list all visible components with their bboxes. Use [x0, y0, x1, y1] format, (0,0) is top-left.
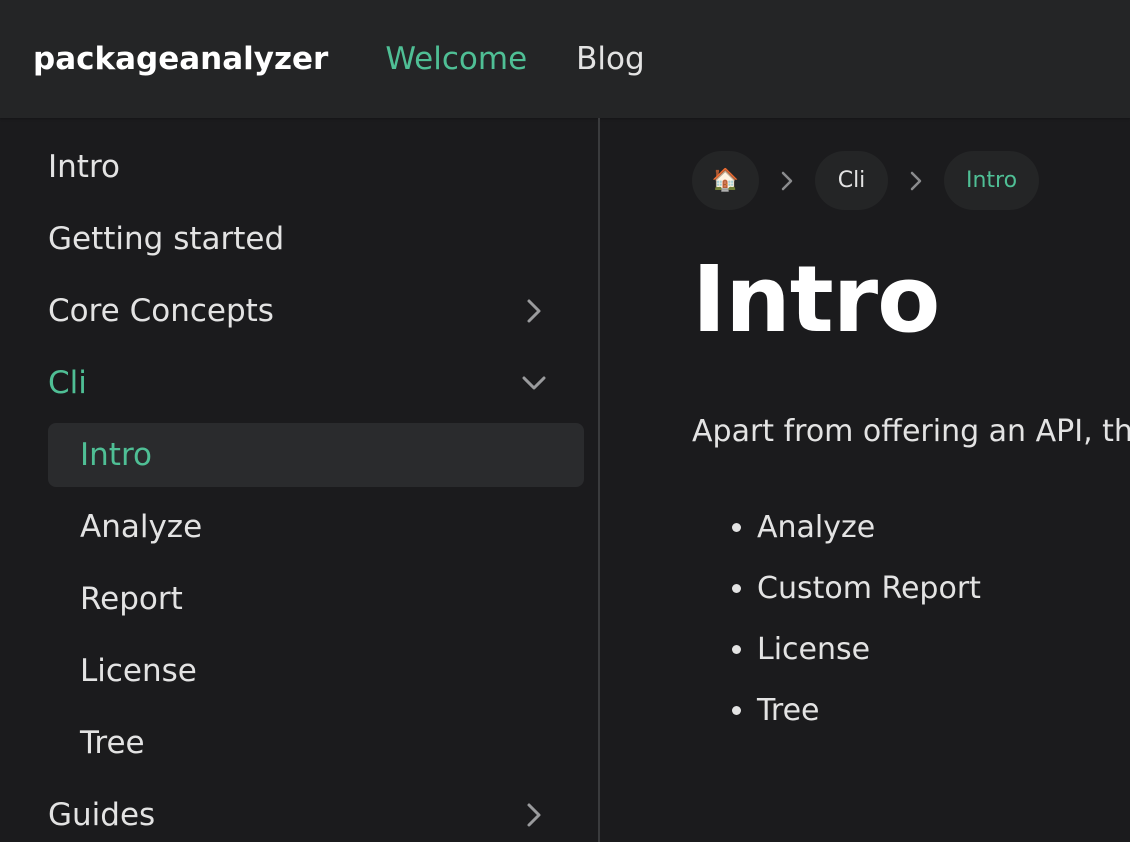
sidebar: Intro Getting started Core Concepts Cli …: [0, 118, 600, 842]
sidebar-subitem-intro[interactable]: Intro: [48, 423, 584, 487]
sidebar-subitem-analyze[interactable]: Analyze: [48, 495, 584, 559]
sidebar-item-cli[interactable]: Cli: [48, 351, 584, 415]
chevron-right-icon[interactable]: [520, 297, 548, 325]
list-item: Tree: [757, 681, 981, 742]
page-title: Intro: [692, 246, 940, 353]
breadcrumb-cli[interactable]: Cli: [815, 151, 888, 210]
intro-paragraph: Apart from offering an API, the: [692, 414, 1130, 449]
chevron-right-icon: [759, 151, 815, 210]
sidebar-item-getting-started[interactable]: Getting started: [48, 207, 584, 271]
sidebar-item-label: Intro: [80, 437, 152, 473]
sidebar-item-label: License: [80, 653, 197, 689]
sidebar-item-label: Cli: [48, 365, 87, 401]
sidebar-item-label: Intro: [48, 149, 120, 185]
sidebar-item-label: Report: [80, 581, 183, 617]
home-icon: 🏠: [711, 168, 740, 193]
sidebar-item-label: Analyze: [80, 509, 203, 545]
sidebar-item-label: Getting started: [48, 221, 285, 257]
breadcrumb-intro: Intro: [944, 151, 1039, 210]
sidebar-subitem-license[interactable]: License: [48, 639, 584, 703]
brand-title[interactable]: packageanalyzer: [33, 41, 328, 77]
sidebar-item-guides[interactable]: Guides: [48, 783, 584, 842]
sidebar-subitem-report[interactable]: Report: [48, 567, 584, 631]
chevron-down-icon[interactable]: [520, 369, 548, 397]
sidebar-item-core-concepts[interactable]: Core Concepts: [48, 279, 584, 343]
breadcrumb-home[interactable]: 🏠: [692, 151, 759, 210]
chevron-right-icon[interactable]: [520, 801, 548, 829]
list-item: License: [757, 620, 981, 681]
top-navbar: packageanalyzer Welcome Blog: [0, 0, 1130, 118]
sidebar-subitem-tree[interactable]: Tree: [48, 711, 584, 775]
list-item: Custom Report: [757, 559, 981, 620]
breadcrumb: 🏠 Cli Intro: [692, 151, 1039, 210]
chevron-right-icon: [888, 151, 944, 210]
nav-link-blog[interactable]: Blog: [576, 41, 645, 77]
nav-link-welcome[interactable]: Welcome: [385, 41, 527, 77]
main-content: 🏠 Cli Intro Intro Apart from offering an…: [602, 118, 1130, 842]
list-item: Analyze: [757, 498, 981, 559]
sidebar-item-label: Guides: [48, 797, 156, 833]
feature-list: Analyze Custom Report License Tree: [692, 498, 981, 742]
sidebar-item-intro[interactable]: Intro: [48, 135, 584, 199]
sidebar-item-label: Core Concepts: [48, 293, 274, 329]
sidebar-item-label: Tree: [80, 725, 145, 761]
